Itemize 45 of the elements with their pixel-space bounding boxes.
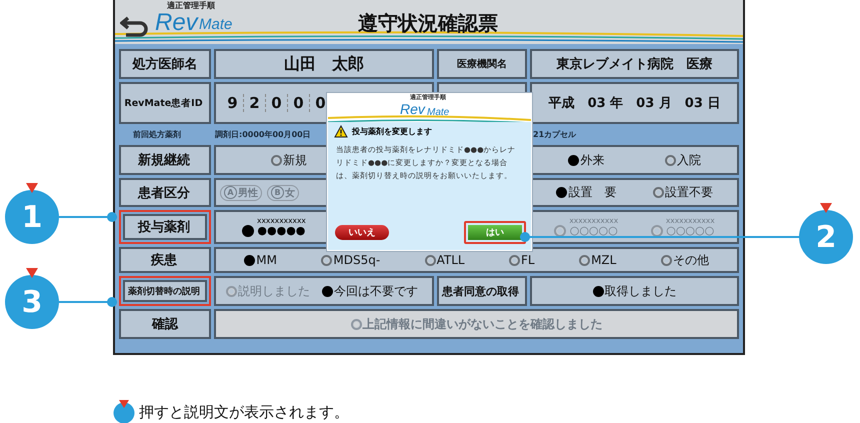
row-label: 疾患 <box>119 247 211 273</box>
field-label: 確認 <box>119 309 211 339</box>
radio-option[interactable]: MM <box>244 253 277 267</box>
page-title: 遵守状況確認票 <box>358 10 498 37</box>
previous-dose: 21カプセル <box>532 129 578 140</box>
prescriber-value: 山田 太郎 <box>214 49 434 79</box>
field-label: 医療機関名 <box>437 49 527 79</box>
leader-line <box>59 297 117 307</box>
radio-option[interactable]: その他 <box>660 252 709 268</box>
warning-icon <box>334 125 348 138</box>
field-label: 処方医師名 <box>119 49 211 79</box>
institution-value: 東京レブメイト病院 医療 <box>530 49 739 79</box>
row-label: 新規継続 <box>119 145 211 175</box>
legend-text: 押すと説明文が表示されます。 <box>139 402 349 422</box>
logo-text: Rev <box>400 102 425 116</box>
date-value: 平成 03 年 03 月 03 日 <box>530 82 739 124</box>
radio-option[interactable]: MZL <box>579 253 616 267</box>
field-label: RevMate患者ID <box>119 82 211 124</box>
row-label: 薬剤切替時の説明 <box>119 276 211 306</box>
radio-option[interactable]: 外来 <box>568 152 604 168</box>
row-label: 投与薬剤 <box>119 210 211 244</box>
radio-option[interactable]: MDS5q- <box>321 253 380 267</box>
back-icon[interactable] <box>120 14 150 38</box>
radio-option[interactable]: 設置不要 <box>652 184 713 201</box>
radio-option[interactable]: 新規 <box>271 152 307 168</box>
info-label: 前回処方薬剤 <box>132 129 182 140</box>
dialog-title: 投与薬剤を変更します <box>352 126 432 137</box>
no-button[interactable]: いいえ <box>335 225 389 240</box>
pointer-icon <box>820 203 832 213</box>
radio-option[interactable]: 設置 要 <box>556 184 616 201</box>
pointer-icon <box>26 183 38 193</box>
logo-subtitle: 適正管理手順 <box>167 2 215 10</box>
callout-icon <box>113 400 135 423</box>
pointer-icon <box>26 268 38 278</box>
radio-option[interactable]: 取得しました <box>592 282 676 300</box>
row-label: 患者区分 <box>119 178 211 207</box>
radio-option[interactable]: 入院 <box>664 152 701 168</box>
logo-text: Mate <box>199 17 232 32</box>
dispensed-date: 調剤日:0000年00月00日 <box>215 129 311 140</box>
logo-text: Rev <box>155 11 198 35</box>
radio-option[interactable]: FL <box>509 253 535 267</box>
radio-option[interactable]: ATLL <box>424 253 465 267</box>
leader-line <box>59 212 117 222</box>
field-label: 患者同意の取得 <box>437 276 527 306</box>
radio-option[interactable]: 今回は不要です <box>322 282 418 300</box>
